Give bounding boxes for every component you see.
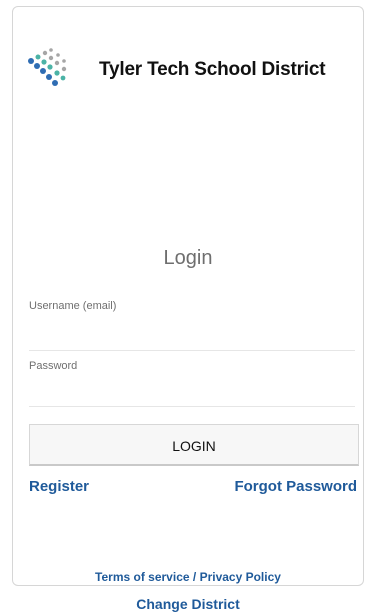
tyler-logo-icon (27, 47, 71, 89)
login-card: Tyler Tech School District Login Usernam… (12, 6, 364, 612)
register-link[interactable]: Register (29, 478, 89, 495)
header: Tyler Tech School District (13, 7, 363, 127)
username-label: Username (email) (29, 300, 117, 312)
password-input[interactable] (29, 379, 355, 401)
username-input[interactable] (29, 319, 355, 341)
login-button[interactable]: LOGIN (29, 424, 359, 466)
district-name: Tyler Tech School District (99, 59, 326, 80)
footer-separator: / (189, 570, 200, 584)
login-title: Login (163, 247, 213, 269)
username-underline (29, 350, 355, 351)
change-district-link[interactable]: Change District (13, 596, 363, 612)
footer-links: Terms of service / Privacy Policy (13, 570, 363, 584)
forgot-password-link[interactable]: Forgot Password (234, 478, 357, 495)
password-underline (29, 406, 355, 407)
privacy-policy-link[interactable]: Privacy Policy (200, 570, 281, 584)
terms-of-service-link[interactable]: Terms of service (95, 570, 190, 584)
password-label: Password (29, 360, 78, 372)
